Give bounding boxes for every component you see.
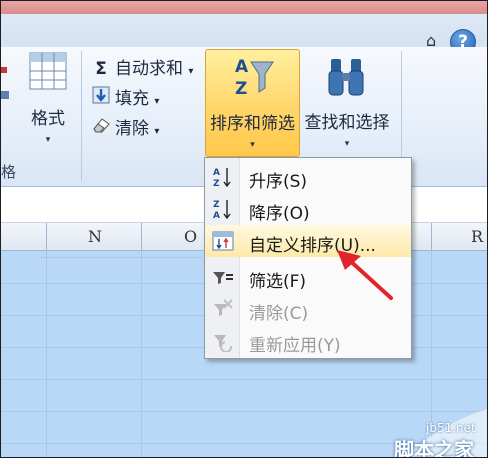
- grid-line: [1, 379, 487, 380]
- sort-filter-icon: A Z: [235, 57, 274, 99]
- column-divider[interactable]: [46, 223, 47, 250]
- menu-item-reapply[interactable]: 重新应用(Y): [205, 325, 411, 357]
- format-icon: [29, 52, 67, 90]
- clear-dropdown-icon: ▾: [154, 126, 160, 137]
- format-button[interactable]: 格式 ▾: [21, 49, 75, 155]
- svg-text:Z: Z: [213, 200, 220, 210]
- filter-icon: [212, 266, 234, 288]
- title-strip: [1, 1, 487, 14]
- svg-text:Z: Z: [235, 79, 247, 99]
- reapply-icon: [212, 330, 234, 353]
- custom-sort-icon: [212, 230, 234, 252]
- column-divider[interactable]: [431, 223, 432, 250]
- menu-item-label: 降序(O): [249, 204, 310, 224]
- find-select-dropdown-icon: ▾: [344, 139, 350, 149]
- menu-item-sort-descending[interactable]: ZA 降序(O): [205, 193, 411, 225]
- svg-text:A: A: [213, 168, 220, 178]
- clear-label: 清除: [115, 119, 149, 139]
- partial-icon: [1, 67, 9, 99]
- watermark-site: jb51.net: [426, 421, 476, 435]
- excel-window: ⌂ ? 格式 ▾ 格 Σ 自动求和 ▾ 填充 ▾ 清除 ▾ A Z 排序和筛选 …: [0, 0, 488, 458]
- sort-ascending-icon: AZ: [212, 166, 234, 189]
- sort-filter-label: 排序和筛选: [210, 114, 295, 134]
- autosum-dropdown-icon: ▾: [188, 66, 194, 77]
- sort-filter-button[interactable]: A Z 排序和筛选 ▾: [205, 49, 300, 157]
- group-label-cells: 格: [1, 163, 17, 181]
- autosum-button[interactable]: Σ 自动求和 ▾: [91, 54, 193, 79]
- menu-item-label: 升序(S): [249, 172, 308, 192]
- svg-text:Z: Z: [213, 179, 220, 188]
- column-divider[interactable]: [141, 223, 142, 250]
- group-separator: [81, 51, 82, 181]
- column-header-o[interactable]: O: [184, 227, 197, 246]
- menu-item-label: 重新应用(Y): [249, 336, 341, 356]
- fill-down-icon: [91, 86, 111, 109]
- annotation-arrow-icon: [337, 250, 393, 300]
- binoculars-icon: [328, 59, 364, 96]
- svg-text:A: A: [213, 211, 220, 220]
- menu-separator: [41, 257, 201, 258]
- fill-dropdown-icon: ▾: [154, 96, 160, 107]
- sort-descending-icon: ZA: [212, 198, 234, 221]
- format-dropdown-icon: ▾: [45, 135, 51, 145]
- find-select-label: 查找和选择: [304, 113, 390, 133]
- menu-item-label: 清除(C): [249, 304, 309, 324]
- autosum-label: 自动求和: [115, 59, 183, 79]
- sort-filter-dropdown-icon: ▾: [250, 140, 255, 150]
- column-header-r[interactable]: R: [471, 227, 483, 246]
- column-header-n[interactable]: N: [88, 227, 102, 246]
- fill-label: 填充: [115, 89, 149, 109]
- find-select-button[interactable]: 查找和选择 ▾: [301, 49, 393, 155]
- watermark-brand: 脚本之家: [394, 438, 474, 458]
- grid-line: [46, 251, 47, 457]
- eraser-icon: [91, 116, 111, 139]
- ribbon-tab-bar: ⌂ ?: [1, 14, 487, 55]
- clear-filter-icon: [212, 298, 234, 320]
- menu-item-sort-ascending[interactable]: AZ 升序(S): [205, 161, 411, 193]
- clear-button[interactable]: 清除 ▾: [91, 114, 159, 139]
- fill-button[interactable]: 填充 ▾: [91, 84, 159, 109]
- menu-item-label: 筛选(F): [249, 272, 307, 292]
- sigma-icon: Σ: [95, 59, 107, 79]
- format-label: 格式: [31, 109, 65, 129]
- svg-text:A: A: [235, 57, 249, 77]
- grid-line: [141, 251, 142, 457]
